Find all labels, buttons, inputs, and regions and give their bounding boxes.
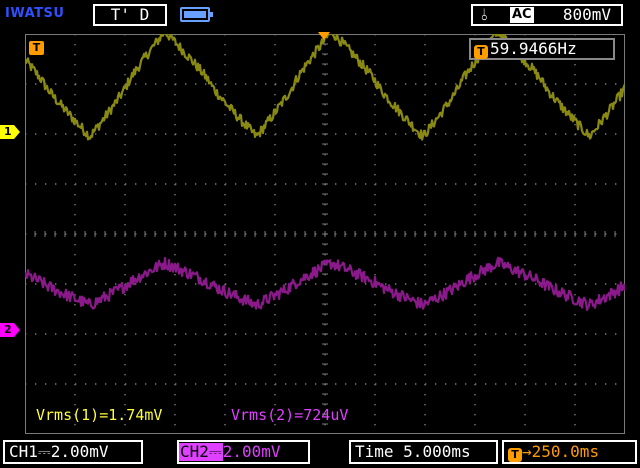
- ch1-marker[interactable]: 1: [0, 125, 20, 139]
- time-scale: 5.000ms: [403, 442, 471, 461]
- trigger-badge-icon: T: [474, 45, 488, 59]
- timebase-button[interactable]: Time 5.000ms: [349, 440, 498, 464]
- trigger-position-button[interactable]: T →250.0ms: [502, 440, 637, 464]
- ch1-vrms-measurement: Vrms(1)=1.74mV: [36, 406, 163, 424]
- status-bar: IWATSU T' D ⫰ AC 800mV: [0, 0, 640, 30]
- trigger-edge-icon: ⫰: [481, 5, 488, 24]
- settings-bar: CH1⎓2.00mV CH2⎓2.00mV Time 5.000ms T →250…: [0, 436, 640, 468]
- ch1-scale-button[interactable]: CH1⎓2.00mV: [3, 440, 143, 464]
- arrow-right-icon: →: [522, 442, 532, 461]
- trigger-position-icon[interactable]: [318, 32, 330, 40]
- ch1-label: CH1: [9, 442, 38, 461]
- dc-coupling-icon: ⎓: [208, 442, 222, 461]
- brand-logo: IWATSU: [5, 6, 65, 21]
- dc-coupling-icon: ⎓: [37, 442, 51, 461]
- trigger-coupling: AC: [510, 7, 534, 23]
- trigger-level: 800mV: [562, 5, 611, 24]
- battery-icon: [180, 7, 213, 22]
- ch1-scale: 2.00mV: [50, 442, 109, 461]
- run-state-indicator[interactable]: T' D: [93, 4, 167, 26]
- trigger-settings[interactable]: ⫰ AC 800mV: [471, 4, 623, 26]
- frequency-value: 59.9466Hz: [490, 39, 577, 58]
- waveform-display[interactable]: [25, 34, 625, 434]
- trigger-marker: T: [29, 41, 44, 55]
- ch2-scale-button[interactable]: CH2⎓2.00mV: [177, 440, 310, 464]
- ch2-label: CH2: [180, 442, 209, 461]
- position-value: 250.0ms: [531, 442, 600, 461]
- ch2-marker[interactable]: 2: [0, 323, 20, 337]
- waveform-plot: [25, 34, 625, 434]
- ch2-vrms-measurement: Vrms(2)=724uV: [231, 406, 349, 424]
- graticule: [25, 34, 625, 434]
- frequency-readout: T 59.9466Hz: [469, 38, 615, 60]
- ch2-scale: 2.00mV: [222, 442, 281, 461]
- time-label: Time: [355, 442, 394, 461]
- trigger-badge-icon: T: [508, 448, 522, 462]
